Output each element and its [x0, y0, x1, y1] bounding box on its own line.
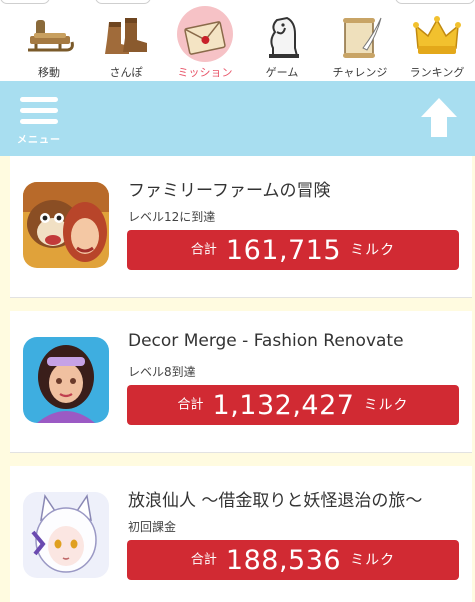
menu-button[interactable]: メニュー [16, 95, 62, 146]
nav-tab-edge [95, 0, 151, 4]
nav-tab-edge [395, 0, 475, 4]
hamburger-icon [20, 108, 58, 113]
boots-icon [99, 10, 153, 64]
reward-unit: ミルク [350, 552, 396, 569]
mission-title: 放浪仙人 〜借金取りと妖怪退治の旅〜 [128, 491, 423, 511]
mission-condition: 初回課金 [128, 520, 177, 534]
reward-button[interactable]: 合計 161,715 ミルク [127, 230, 459, 270]
nav-label: 移動 [38, 66, 60, 79]
mission-condition: レベル12に到達 [128, 210, 216, 224]
nav-item-mission[interactable]: ミッション [165, 6, 245, 81]
envelope-icon [178, 10, 232, 64]
mission-condition: レベル8到達 [128, 365, 196, 379]
mission-title: Decor Merge - Fashion Renovate [128, 331, 404, 351]
reward-button[interactable]: 合計 188,536 ミルク [127, 540, 459, 580]
nav-label: チャレンジ [332, 66, 388, 79]
scroll-quill-icon [333, 10, 387, 64]
nav-label: ミッション [177, 66, 233, 79]
reward-total-label: 合計 [177, 397, 204, 413]
mission-title: ファミリーファームの冒険 [128, 181, 331, 201]
menu-label: メニュー [17, 135, 61, 146]
nav-tab-edge [0, 0, 50, 4]
nav-item-walk[interactable]: さんぽ [86, 6, 166, 81]
nav-label: ゲーム [265, 66, 299, 79]
hourou-sennin-app-icon [23, 492, 109, 578]
nav-item-move[interactable]: 移動 [9, 6, 89, 81]
mission-card[interactable]: Decor Merge - Fashion Renovate レベル8到達 合計… [10, 311, 472, 453]
reward-amount: 161,715 [225, 234, 342, 266]
nav-item-ranking[interactable]: ランキング [397, 6, 475, 81]
hamburger-icon [20, 119, 58, 124]
family-farm-app-icon [23, 182, 109, 268]
reward-amount: 1,132,427 [212, 389, 355, 421]
nav-label: ランキング [409, 66, 465, 79]
reward-unit: ミルク [363, 397, 409, 414]
hamburger-icon [20, 97, 58, 102]
header-bar: メニュー [0, 81, 475, 156]
scroll-top-button[interactable] [417, 95, 461, 139]
mission-card[interactable]: 放浪仙人 〜借金取りと妖怪退治の旅〜 初回課金 合計 188,536 ミルク [10, 466, 472, 602]
nav-item-challenge[interactable]: チャレンジ [320, 6, 400, 81]
decor-merge-app-icon [23, 337, 109, 423]
reward-unit: ミルク [350, 242, 396, 259]
arrow-up-icon [421, 98, 457, 137]
mission-card[interactable]: ファミリーファームの冒険 レベル12に到達 合計 161,715 ミルク [10, 156, 472, 298]
mission-list: ファミリーファームの冒険 レベル12に到達 合計 161,715 ミルク Dec… [0, 156, 475, 602]
reward-total-label: 合計 [190, 552, 217, 568]
top-nav: 移動 さんぽ ミッション ゲーム チャレンジ ランキング [0, 0, 475, 81]
reward-total-label: 合計 [190, 242, 217, 258]
nav-label: さんぽ [109, 66, 143, 79]
chess-knight-icon [255, 10, 309, 64]
crown-icon [410, 10, 464, 64]
nav-item-game[interactable]: ゲーム [242, 6, 322, 81]
sled-icon [22, 10, 76, 64]
reward-amount: 188,536 [225, 544, 342, 576]
reward-button[interactable]: 合計 1,132,427 ミルク [127, 385, 459, 425]
